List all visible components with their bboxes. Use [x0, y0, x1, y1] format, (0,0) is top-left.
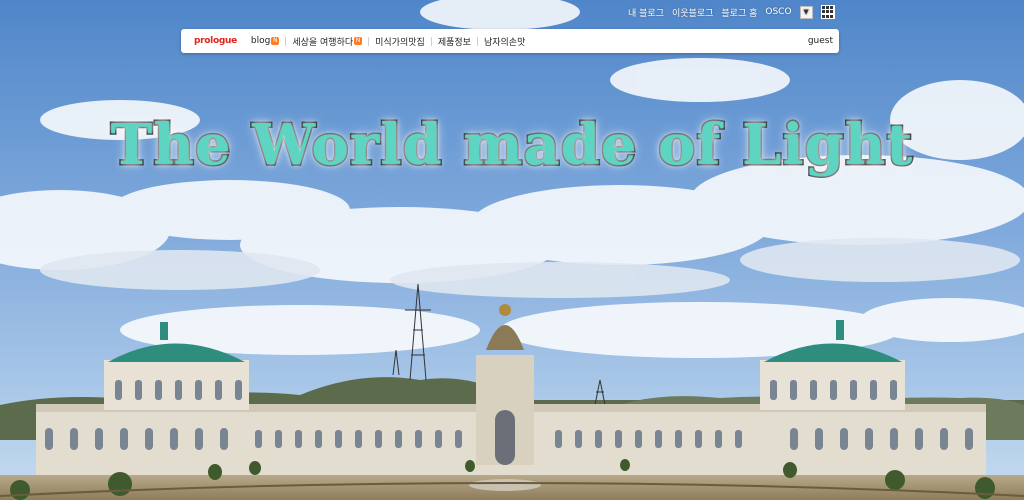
nav-item-label: 세상을 여행하다: [292, 37, 354, 48]
triangle-down-icon[interactable]: ▼: [799, 5, 813, 19]
nav-item-label: 미식가의맛집: [375, 37, 425, 48]
nav-item-label: 남자의손맛: [483, 37, 526, 48]
guest-user-link[interactable]: guest: [808, 36, 833, 46]
nav-divider: [430, 36, 432, 46]
nav-item-restaurants[interactable]: 미식가의맛집: [375, 35, 425, 48]
blog-title: The World made of Light: [109, 111, 914, 180]
nav-item-label: 제품정보: [437, 37, 471, 48]
my-blog-link[interactable]: 내 블로그: [628, 6, 664, 19]
new-badge-icon: N: [271, 37, 280, 45]
blog-home-link[interactable]: 블로그 홈: [721, 6, 757, 19]
blog-nav-bar: prologue blog N 세상을 여행하다 N 미식가의맛집 제품정보 남…: [181, 29, 839, 53]
nav-brand-prologue[interactable]: prologue: [194, 36, 237, 46]
nav-item-travel[interactable]: 세상을 여행하다 N: [292, 35, 363, 48]
nav-divider: [285, 36, 287, 46]
nav-item-label: blog: [250, 36, 271, 46]
utility-links: 내 블로그 이웃블로그 블로그 홈 OSCO ▼: [628, 4, 835, 20]
nav-item-products[interactable]: 제품정보: [438, 35, 471, 48]
nav-item-blog[interactable]: blog N: [250, 36, 280, 46]
grid-icon[interactable]: [820, 5, 835, 19]
nav-divider: [368, 36, 370, 46]
new-badge-icon: N: [354, 37, 363, 45]
header-background-image: [0, 0, 1024, 500]
account-name-link[interactable]: OSCO: [765, 7, 791, 17]
neighbor-blog-link[interactable]: 이웃블로그: [672, 6, 713, 19]
nav-divider: [476, 36, 478, 46]
nav-item-cooking[interactable]: 남자의손맛: [484, 35, 525, 48]
